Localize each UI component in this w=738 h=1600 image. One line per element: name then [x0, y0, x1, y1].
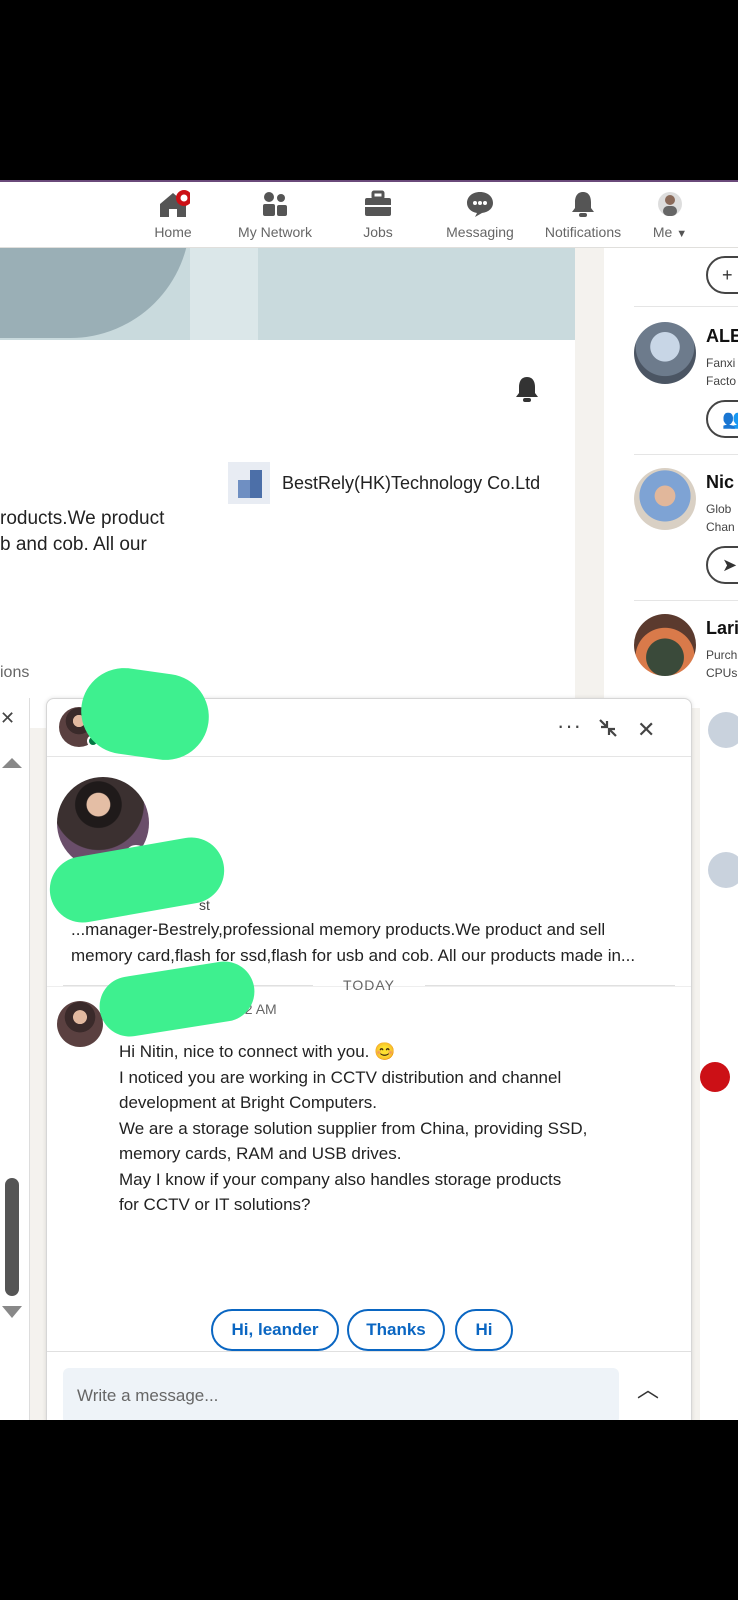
bell-icon[interactable]: [512, 374, 542, 409]
contact-headline: ...manager-Bestrely,professional memory …: [71, 920, 636, 965]
message-line: for CCTV or IT solutions?: [119, 1195, 311, 1214]
message-line: Hi Nitin, nice to connect with you. 😊: [119, 1042, 396, 1061]
sidebar-lower: [700, 702, 738, 1420]
minimize-icon[interactable]: [597, 717, 619, 745]
expand-composer-icon[interactable]: ︿: [637, 1372, 659, 1404]
feed-card: BestRely(HK)Technology Co.Ltd roducts.We…: [0, 248, 575, 728]
close-icon[interactable]: ✕: [0, 708, 15, 729]
people-sidebar: + ALE Fanxi Facto 👥 Nic Glob Chan ➤ Lari…: [604, 248, 738, 708]
send-button[interactable]: ➤: [706, 546, 738, 584]
home-icon: [128, 190, 218, 218]
connect-button[interactable]: 👥: [706, 400, 738, 438]
feed-footer-text: ions: [0, 664, 30, 681]
person-name: ALE: [706, 326, 738, 346]
message-line: May I know if your company also handles …: [119, 1169, 562, 1189]
nav-notifications[interactable]: Notifications: [538, 190, 628, 240]
chat-window: Av ··· ✕ st ...manager-Bestrely,professi…: [44, 662, 692, 1420]
nav-jobs-label: Jobs: [363, 224, 393, 240]
close-icon[interactable]: ✕: [637, 717, 655, 743]
quick-reply-button[interactable]: Hi: [455, 1309, 513, 1351]
person-headline: Chan: [706, 520, 735, 534]
nav-my-network[interactable]: My Network: [230, 190, 320, 240]
nav-home-label: Home: [154, 224, 192, 240]
company-name: BestRely(HK)Technology Co.Ltd: [282, 472, 541, 493]
nav-home[interactable]: Home: [128, 190, 218, 240]
network-icon: [230, 190, 320, 218]
person-name: Lari: [706, 618, 738, 638]
nav-jobs[interactable]: Jobs: [333, 190, 423, 240]
person-avatar: [634, 322, 696, 384]
person-headline: CPUs: [706, 666, 738, 680]
message-body: Hi Nitin, nice to connect with you. 😊 I …: [119, 1039, 639, 1218]
message-line: memory cards, RAM and USB drives.: [119, 1144, 402, 1163]
chat-bubble-icon: [435, 190, 525, 218]
person-headline: Glob: [706, 502, 732, 516]
bell-icon: [538, 190, 628, 218]
company-logo: [228, 462, 270, 504]
suggested-person[interactable]: ALE Fanxi Facto 👥: [634, 322, 738, 452]
chevron-down-icon: ▼: [676, 228, 688, 240]
scrollbar[interactable]: [0, 758, 24, 1298]
person-headline: Fanxi: [706, 356, 736, 370]
suggested-person[interactable]: Nic Glob Chan ➤: [634, 468, 738, 598]
person-headline: Purch: [706, 648, 738, 662]
nav-messaging[interactable]: Messaging: [435, 190, 525, 240]
person-avatar: [634, 614, 696, 676]
top-navbar: Home My Network Jobs Messaging Notificat…: [0, 182, 738, 248]
feed-text-line: roducts.We product: [0, 508, 165, 529]
feed-post-text: roducts.We product b and cob. All our: [0, 506, 164, 558]
nav-notifications-label: Notifications: [544, 224, 622, 240]
scroll-down-icon[interactable]: [2, 1306, 22, 1318]
message-input[interactable]: [63, 1368, 619, 1420]
person-headline: Facto: [706, 374, 737, 388]
browser-viewport: Home My Network Jobs Messaging Notificat…: [0, 180, 738, 1420]
avatar-icon: [640, 190, 700, 218]
person-name: Nic: [706, 472, 735, 492]
message-line: development at Bright Computers.: [119, 1093, 377, 1112]
company-row[interactable]: BestRely(HK)Technology Co.Ltd: [228, 462, 540, 504]
nav-me-label: Me: [652, 224, 673, 240]
quick-reply-button[interactable]: Thanks: [347, 1309, 445, 1351]
person-avatar: [634, 468, 696, 530]
briefcase-icon: [333, 190, 423, 218]
add-button[interactable]: +: [706, 256, 738, 294]
quick-reply-button[interactable]: Hi, leander: [211, 1309, 339, 1351]
cover-image: [0, 248, 575, 340]
more-options-icon[interactable]: ···: [557, 713, 582, 739]
nav-my-network-label: My Network: [238, 224, 312, 240]
nav-me[interactable]: Me ▼: [640, 190, 700, 240]
message-composer: ︿: [47, 1351, 691, 1420]
message-line: We are a storage solution supplier from …: [119, 1118, 588, 1138]
message-line: I noticed you are working in CCTV distri…: [119, 1067, 562, 1087]
sender-avatar[interactable]: [57, 1001, 103, 1047]
feed-text-line: b and cob. All our: [0, 534, 147, 555]
nav-messaging-label: Messaging: [446, 224, 514, 240]
suggested-person[interactable]: Lari Purch CPUs: [634, 614, 738, 694]
